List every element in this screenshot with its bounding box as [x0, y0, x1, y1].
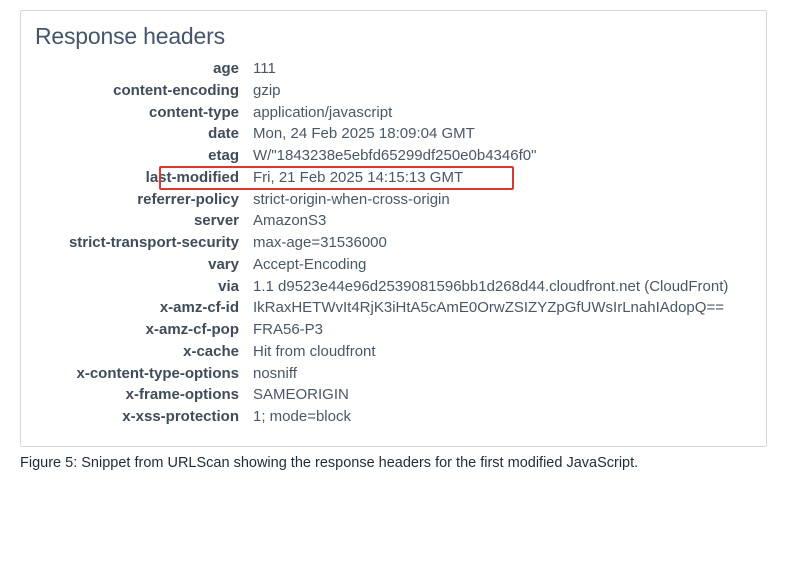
header-row: etagW/"1843238e5ebfd65299df250e0b4346f0": [35, 145, 752, 167]
header-value: 1; mode=block: [253, 406, 752, 428]
header-name: strict-transport-security: [35, 232, 253, 254]
header-name: x-cache: [35, 341, 253, 363]
header-name: last-modified: [35, 167, 253, 189]
header-row: via1.1 d9523e44e96d2539081596bb1d268d44.…: [35, 276, 752, 298]
header-value: IkRaxHETWvIt4RjK3iHtA5cAmE0OrwZSIZYZpGfU…: [253, 297, 752, 319]
header-name: server: [35, 210, 253, 232]
header-value: 111: [253, 58, 752, 80]
header-row: content-typeapplication/javascript: [35, 102, 752, 124]
header-name: date: [35, 123, 253, 145]
figure-caption: Figure 5: Snippet from URLScan showing t…: [20, 455, 767, 471]
header-row: x-frame-optionsSAMEORIGIN: [35, 384, 752, 406]
header-value: application/javascript: [253, 102, 752, 124]
header-row: x-content-type-optionsnosniff: [35, 363, 752, 385]
header-name: via: [35, 276, 253, 298]
header-value: AmazonS3: [253, 210, 752, 232]
header-name: x-content-type-options: [35, 363, 253, 385]
header-name: etag: [35, 145, 253, 167]
header-row: x-cacheHit from cloudfront: [35, 341, 752, 363]
header-name: age: [35, 58, 253, 80]
header-name: x-amz-cf-id: [35, 297, 253, 319]
header-value: gzip: [253, 80, 752, 102]
header-name: x-frame-options: [35, 384, 253, 406]
header-value: strict-origin-when-cross-origin: [253, 189, 752, 211]
header-value: W/"1843238e5ebfd65299df250e0b4346f0": [253, 145, 752, 167]
header-name: referrer-policy: [35, 189, 253, 211]
headers-table: age111content-encodinggzipcontent-typeap…: [21, 58, 766, 446]
header-row: x-xss-protection1; mode=block: [35, 406, 752, 428]
header-row: x-amz-cf-idIkRaxHETWvIt4RjK3iHtA5cAmE0Or…: [35, 297, 752, 319]
header-row: strict-transport-securitymax-age=3153600…: [35, 232, 752, 254]
header-value: max-age=31536000: [253, 232, 752, 254]
header-row: serverAmazonS3: [35, 210, 752, 232]
header-name: content-type: [35, 102, 253, 124]
header-name: content-encoding: [35, 80, 253, 102]
header-value: SAMEORIGIN: [253, 384, 752, 406]
header-row: age111: [35, 58, 752, 80]
header-row: referrer-policystrict-origin-when-cross-…: [35, 189, 752, 211]
figure-container: Response headers age111content-encodingg…: [0, 10, 787, 581]
header-row: content-encodinggzip: [35, 80, 752, 102]
header-value: Accept-Encoding: [253, 254, 752, 276]
header-name: x-xss-protection: [35, 406, 253, 428]
header-row: last-modifiedFri, 21 Feb 2025 14:15:13 G…: [35, 167, 752, 189]
header-name: vary: [35, 254, 253, 276]
response-headers-panel: Response headers age111content-encodingg…: [20, 10, 767, 447]
header-value: Mon, 24 Feb 2025 18:09:04 GMT: [253, 123, 752, 145]
header-row: dateMon, 24 Feb 2025 18:09:04 GMT: [35, 123, 752, 145]
header-value: Hit from cloudfront: [253, 341, 752, 363]
header-value: nosniff: [253, 363, 752, 385]
header-row: x-amz-cf-popFRA56-P3: [35, 319, 752, 341]
header-value: Fri, 21 Feb 2025 14:15:13 GMT: [253, 167, 752, 189]
header-value: FRA56-P3: [253, 319, 752, 341]
header-name: x-amz-cf-pop: [35, 319, 253, 341]
panel-title: Response headers: [21, 11, 766, 58]
header-row: varyAccept-Encoding: [35, 254, 752, 276]
header-value: 1.1 d9523e44e96d2539081596bb1d268d44.clo…: [253, 276, 752, 298]
